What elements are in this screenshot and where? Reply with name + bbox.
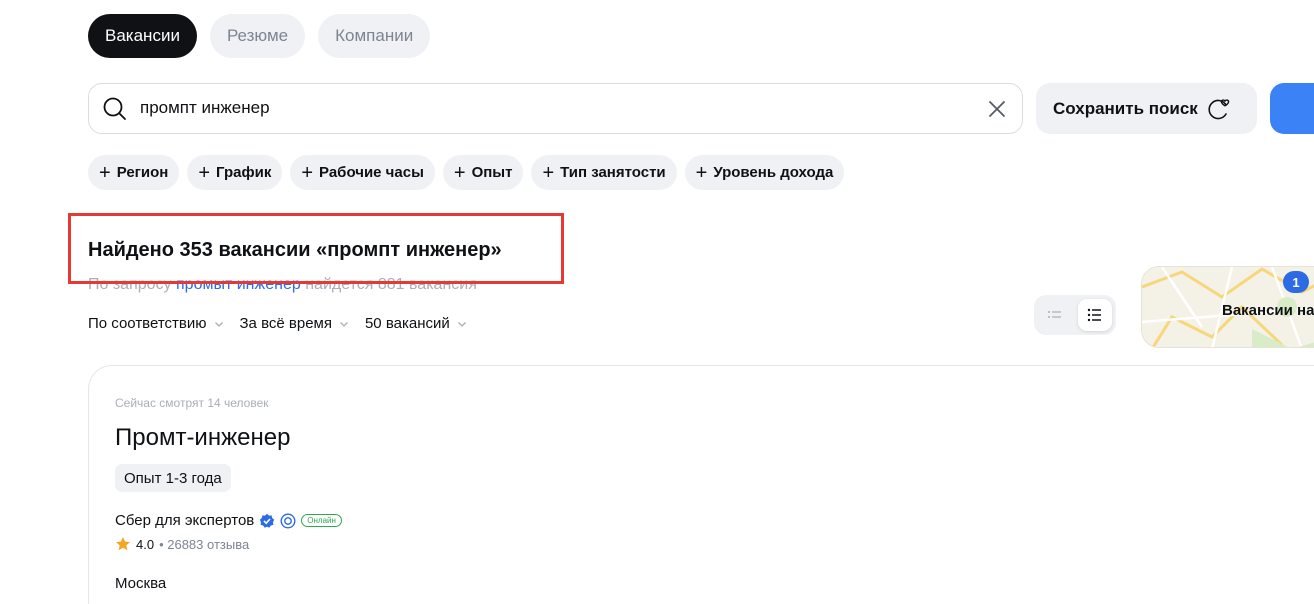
tab-resumes[interactable]: Резюме (209, 14, 306, 58)
it-accreditation-icon (280, 512, 296, 529)
plus-icon: + (453, 161, 466, 184)
page-size-dropdown[interactable]: 50 вакансий (365, 315, 467, 332)
verified-icon (260, 513, 275, 528)
filter-chip-schedule[interactable]: + График (187, 155, 283, 190)
vacancy-card[interactable]: Сейчас смотрят 14 человек Промт-инженер … (88, 365, 1314, 604)
filter-chip-label: График (216, 164, 272, 181)
chevron-down-icon (457, 321, 466, 327)
rating-row: 4.0 • 26883 отзыва (115, 536, 249, 552)
online-badge: Онлайн (301, 514, 342, 527)
viewers-count: Сейчас смотрят 14 человек (115, 396, 269, 410)
period-label: За всё время (239, 315, 332, 332)
filter-chip-label: Тип занятости (560, 164, 666, 181)
filter-chip-experience[interactable]: + Опыт (442, 155, 524, 190)
search-input[interactable]: промпт инженер (88, 83, 1023, 134)
period-dropdown[interactable]: За всё время (240, 315, 349, 332)
close-icon[interactable] (986, 98, 1008, 120)
rating-value: 4.0 (136, 536, 155, 552)
vacancy-title-link[interactable]: Промт-инженер (115, 424, 290, 452)
filter-chip-label: Регион (116, 164, 169, 181)
filter-chip-label: Опыт (471, 164, 513, 181)
sort-label: По соответствию (88, 315, 207, 332)
plus-icon: + (198, 161, 211, 184)
view-mode-toggle (1034, 295, 1116, 335)
search-type-tabs: Вакансии Резюме Компании (88, 14, 431, 58)
sort-controls: По соответствию За всё время 50 вакансий (88, 315, 467, 332)
map-count-badge: 1 (1283, 271, 1309, 293)
vacancy-city: Москва (115, 575, 167, 592)
detailed-view-button[interactable] (1078, 299, 1112, 331)
filter-chip-income[interactable]: + Уровень дохода (684, 155, 845, 190)
plus-icon: + (542, 161, 555, 184)
tab-vacancies[interactable]: Вакансии (88, 14, 197, 58)
compact-view-button[interactable] (1038, 299, 1072, 331)
save-search-label: Сохранить поиск (1053, 98, 1198, 118)
find-button[interactable] (1270, 83, 1314, 134)
filter-chip-label: Уровень дохода (713, 164, 834, 181)
page-size-label: 50 вакансий (364, 315, 450, 332)
star-icon (116, 537, 130, 551)
filter-chip-label: Рабочие часы (319, 164, 424, 181)
sort-relevance-dropdown[interactable]: По соответствию (88, 315, 224, 332)
search-icon (103, 97, 126, 120)
reviews-link[interactable]: • 26883 отзыва (159, 537, 249, 552)
compact-list-icon (1048, 311, 1061, 318)
tab-companies[interactable]: Компании (318, 14, 431, 58)
chevron-down-icon (340, 321, 348, 327)
search-query-text: промпт инженер (140, 98, 270, 117)
experience-tag: Опыт 1-3 года (115, 464, 231, 492)
filter-chips: + Регион + График + Рабочие часы + Опыт + Тип… (88, 155, 845, 190)
annotation-highlight-box (68, 213, 564, 284)
filter-chip-employment-type[interactable]: + Тип занятости (531, 155, 677, 190)
filter-chip-working-hours[interactable]: + Рабочие часы (290, 155, 435, 190)
plus-icon: + (99, 161, 111, 184)
company-name-link[interactable]: Сбер для экспертов (115, 512, 254, 529)
plus-icon: + (301, 161, 314, 184)
plus-icon: + (695, 161, 708, 184)
save-search-button[interactable]: Сохранить поиск (1036, 83, 1257, 134)
map-label: Вакансии на (1222, 302, 1314, 319)
chevron-down-icon (214, 321, 223, 327)
list-icon (1087, 308, 1101, 322)
filter-chip-region[interactable]: + Регион (88, 155, 180, 190)
company-row: Сбер для экспертов Онлайн (115, 512, 342, 529)
heart-search-icon (1208, 98, 1230, 119)
